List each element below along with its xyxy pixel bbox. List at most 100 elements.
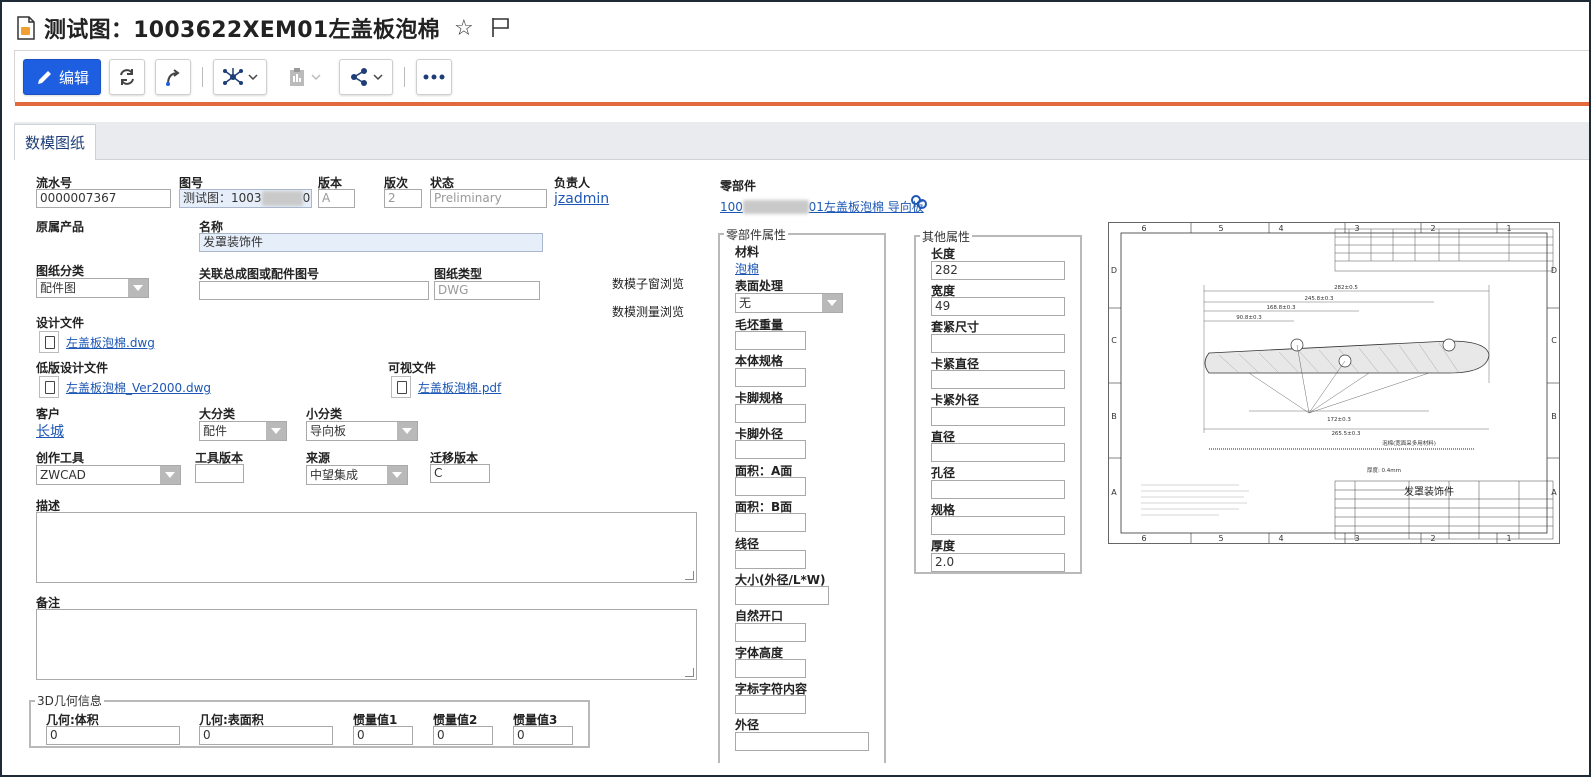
network-icon: [223, 68, 243, 85]
workflow-button[interactable]: [155, 59, 191, 95]
clamp-dia-input[interactable]: [931, 370, 1065, 389]
inertia2-input[interactable]: 0: [433, 726, 493, 745]
design-file-link[interactable]: 左盖板泡棉.dwg: [66, 334, 155, 351]
app-window: 测试图：1003622XEM01左盖板泡棉 ☆ 编辑 数模图纸 流水号 0000…: [0, 0, 1591, 777]
more-actions-button[interactable]: [416, 59, 452, 95]
toolbar-separator: [202, 67, 203, 87]
source-label: 来源: [306, 451, 331, 465]
dropdown-arrow-icon: [822, 294, 842, 312]
clip-spec-input[interactable]: [735, 404, 806, 423]
visual-file-link[interactable]: 左盖板泡棉.pdf: [418, 379, 501, 396]
clamp-od-label: 卡紧外径: [931, 393, 980, 407]
outer-dia-input[interactable]: [735, 732, 869, 751]
page-title: 测试图：1003622XEM01左盖板泡棉: [44, 18, 440, 43]
redo-arrow-icon: [166, 69, 180, 86]
clipboard-menu-button[interactable]: [277, 59, 331, 95]
area-a-input[interactable]: [735, 477, 806, 496]
surface-treat-select[interactable]: 无: [735, 293, 843, 313]
tool-select[interactable]: ZWCAD: [36, 465, 181, 485]
drawing-no-input[interactable]: 测试图：1003XXXXX0: [179, 189, 312, 208]
tool-version-input[interactable]: [195, 464, 244, 483]
geometry-legend: 3D几何信息: [35, 692, 104, 709]
thickness-note: 厚度: 0.4mm: [1367, 466, 1401, 474]
part-link[interactable]: 100XXXXXXXX01左盖板泡棉 导向板: [720, 198, 924, 215]
part-link-end: 01左盖板泡棉 导向板: [808, 200, 924, 214]
migrate-version-input[interactable]: C: [430, 464, 490, 483]
title-block-name: 发罩装饰件: [1404, 485, 1454, 498]
clamp-od-input[interactable]: [931, 407, 1065, 426]
col-number: 2: [1430, 224, 1435, 233]
major-class-select[interactable]: 配件: [199, 421, 287, 441]
share-menu-button[interactable]: [339, 59, 393, 95]
length-label: 长度: [931, 247, 956, 261]
row-letter: A: [1111, 488, 1117, 497]
width-input[interactable]: 49: [931, 297, 1065, 316]
col-number: 4: [1278, 224, 1283, 233]
drawing-class-select[interactable]: 配件图: [36, 278, 149, 298]
measure-browse-link[interactable]: 数模测量浏览: [612, 303, 684, 320]
chevron-down-icon: [248, 74, 258, 81]
structure-menu-button[interactable]: [213, 59, 267, 95]
sub-window-browse-link[interactable]: 数模子窗浏览: [612, 275, 684, 292]
wire-dia-input[interactable]: [735, 550, 806, 569]
low-design-file-link[interactable]: 左盖板泡棉_Ver2000.dwg: [66, 379, 211, 396]
spec-input[interactable]: [931, 516, 1065, 535]
assembly-no-input[interactable]: [199, 281, 429, 300]
diameter-input[interactable]: [931, 443, 1065, 462]
assembly-no-label: 关联总成图或配件图号: [199, 267, 320, 281]
length-input[interactable]: 282: [931, 261, 1065, 280]
refresh-icon: [120, 69, 134, 85]
source-select[interactable]: 中望集成: [306, 465, 408, 485]
drawing-preview[interactable]: 6 5 4 3 2 1 6 5 4 3 2 1 D C B A D C B A: [1108, 222, 1560, 544]
status-input[interactable]: Preliminary: [430, 189, 547, 208]
orig-product-label: 原属产品: [36, 220, 85, 234]
inertia3-input[interactable]: 0: [513, 726, 573, 745]
version-input[interactable]: A: [318, 189, 355, 208]
tab-model-drawing[interactable]: 数模图纸: [14, 124, 96, 160]
clip-od-input[interactable]: [735, 440, 806, 459]
link-chain-icon[interactable]: [910, 195, 928, 212]
remark-textarea[interactable]: [36, 609, 697, 680]
drawing-type-input[interactable]: DWG: [434, 281, 540, 300]
material-label: 材料: [735, 245, 760, 259]
edit-button[interactable]: 编辑: [23, 59, 101, 95]
sleeve-input[interactable]: [931, 334, 1065, 353]
natural-open-input[interactable]: [735, 623, 806, 642]
size-input[interactable]: [735, 586, 829, 605]
refresh-button[interactable]: [109, 59, 145, 95]
natural-open-label: 自然开口: [735, 609, 784, 623]
surface-area-input[interactable]: 0: [199, 726, 333, 745]
blank-weight-input[interactable]: [735, 331, 806, 350]
owner-link[interactable]: jzadmin: [554, 191, 609, 207]
char-content-input[interactable]: [735, 695, 806, 714]
hole-input[interactable]: [931, 480, 1065, 499]
material-link[interactable]: 泡棉: [735, 260, 759, 277]
body-spec-input[interactable]: [735, 368, 806, 387]
drawing-type-label: 图纸类型: [434, 267, 483, 281]
resize-grip-icon[interactable]: [685, 668, 694, 677]
part-link-start: 100: [720, 200, 743, 214]
low-design-file-label: 低版设计文件: [36, 361, 109, 375]
redacted-mark: XXXXXXXX: [742, 200, 809, 214]
row-letter: D: [1551, 266, 1557, 275]
thickness-input[interactable]: 2.0: [931, 553, 1065, 572]
minor-class-select[interactable]: 导向板: [306, 421, 418, 441]
body-spec-label: 本体规格: [735, 354, 784, 368]
name-input[interactable]: 发罩装饰件: [199, 233, 543, 252]
visual-file-label: 可视文件: [388, 361, 437, 375]
col-number: 5: [1218, 224, 1223, 233]
flag-icon[interactable]: [490, 16, 512, 41]
description-textarea[interactable]: [36, 512, 697, 583]
volume-input[interactable]: 0: [46, 726, 180, 745]
area-b-input[interactable]: [735, 513, 806, 532]
customer-link[interactable]: 长城: [36, 421, 64, 441]
resize-grip-icon[interactable]: [685, 571, 694, 580]
favorite-star-icon[interactable]: ☆: [454, 16, 474, 41]
char-height-input[interactable]: [735, 659, 806, 678]
dropdown-arrow-icon: [387, 466, 407, 484]
inertia1-input[interactable]: 0: [353, 726, 413, 745]
revision-input[interactable]: 2: [384, 189, 422, 208]
surface-treat-label: 表面处理: [735, 279, 784, 293]
serial-input[interactable]: 0000007367: [36, 189, 171, 208]
pencil-icon: [37, 71, 51, 84]
